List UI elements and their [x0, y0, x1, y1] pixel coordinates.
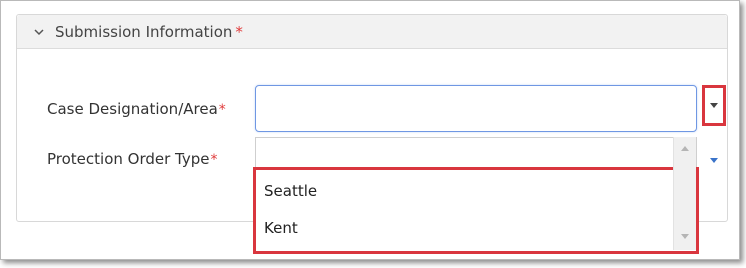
option-kent[interactable]: Kent: [264, 219, 298, 237]
option-seattle[interactable]: Seattle: [264, 182, 317, 200]
scroll-up-arrow-icon[interactable]: [681, 146, 689, 151]
required-marker: *: [218, 102, 226, 118]
protection-order-type-label: Protection Order Type*: [47, 150, 218, 168]
options-scrollbar[interactable]: [673, 137, 696, 250]
protection-order-type-input[interactable]: [255, 137, 697, 167]
required-marker: *: [210, 152, 218, 168]
screenshot-frame: Submission Information * Case Designation…: [0, 0, 740, 260]
case-designation-input[interactable]: [255, 85, 697, 132]
caret-down-icon[interactable]: [710, 103, 718, 108]
scroll-down-arrow-icon[interactable]: [681, 234, 689, 239]
caret-down-icon[interactable]: [710, 158, 718, 163]
required-marker: *: [235, 22, 243, 41]
section-header[interactable]: Submission Information *: [17, 15, 727, 49]
case-designation-label: Case Designation/Area*: [47, 100, 226, 118]
case-designation-options-list[interactable]: Seattle Kent: [253, 167, 699, 254]
case-designation-dropdown-button[interactable]: [702, 85, 726, 126]
section-title: Submission Information *: [55, 22, 243, 41]
chevron-down-icon[interactable]: [33, 26, 45, 38]
